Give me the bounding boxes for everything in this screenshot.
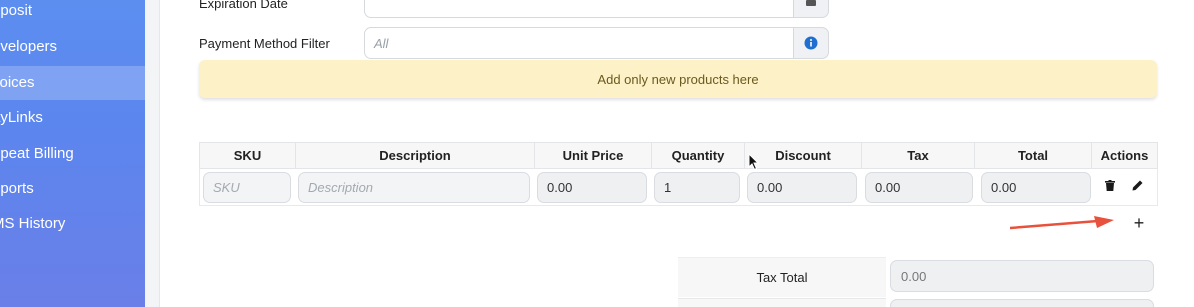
sidebar-item-label: eports <box>0 180 34 197</box>
sidebar-item-label: eposit <box>0 2 33 19</box>
notice-banner: Add only new products here <box>199 60 1157 98</box>
tax-input[interactable]: 0.00 <box>865 172 973 203</box>
quantity-input[interactable]: 1 <box>654 172 740 203</box>
payment-method-filter-label: Payment Method Filter <box>199 36 330 51</box>
table-header: SKU Description Unit Price Quantity Disc… <box>199 142 1158 169</box>
sidebar-item-deposit[interactable]: eposit <box>0 0 145 28</box>
column-header-sku: SKU <box>200 143 296 168</box>
column-header-description: Description <box>296 143 535 168</box>
notice-text: Add only new products here <box>597 71 759 87</box>
pencil-icon <box>1132 180 1142 190</box>
tax-total-field: 0.00 <box>890 260 1154 292</box>
expiration-date-input[interactable] <box>364 0 794 18</box>
column-header-total: Total <box>975 143 1092 168</box>
delete-row-button[interactable] <box>1103 178 1117 192</box>
sidebar-item-reports[interactable]: eports <box>0 172 145 206</box>
sidebar-item-label: voices <box>0 74 35 91</box>
column-header-tax: Tax <box>862 143 975 168</box>
description-input[interactable]: Description <box>298 172 530 203</box>
sidebar-item-paylinks[interactable]: ayLinks <box>0 101 145 135</box>
payment-method-filter-input[interactable]: All <box>364 27 794 59</box>
calendar-icon <box>806 0 816 6</box>
column-header-discount: Discount <box>745 143 862 168</box>
tax-total-label-box: Tax Total <box>678 257 886 297</box>
tax-total-label: Tax Total <box>756 270 808 285</box>
column-header-unit-price: Unit Price <box>535 143 652 168</box>
sidebar-item-repeat-billing[interactable]: epeat Billing <box>0 137 145 171</box>
sidebar-item-label: evelopers <box>0 38 58 55</box>
sidebar-item-developers[interactable]: evelopers <box>0 30 145 64</box>
column-header-actions: Actions <box>1100 148 1149 163</box>
sidebar-item-label: epeat Billing <box>0 145 74 162</box>
next-total-field <box>890 299 1154 307</box>
next-total-label-box <box>678 298 886 307</box>
sidebar: eposit evelopers voices ayLinks epeat Bi… <box>0 0 145 307</box>
sidebar-item-invoices[interactable]: voices <box>0 66 145 100</box>
sidebar-item-sms-history[interactable]: MS History <box>0 207 145 241</box>
unit-price-input[interactable]: 0.00 <box>537 172 647 203</box>
total-input[interactable]: 0.00 <box>981 172 1091 203</box>
info-icon <box>804 36 818 50</box>
edit-row-button[interactable] <box>1130 178 1144 192</box>
sku-input[interactable]: SKU <box>203 172 291 203</box>
discount-input[interactable]: 0.00 <box>747 172 857 203</box>
expiration-date-label: Expiration Date <box>199 0 288 11</box>
mouse-cursor-icon <box>748 153 760 171</box>
annotation-arrow-icon <box>1010 216 1114 230</box>
trash-icon <box>1105 179 1115 191</box>
layout-gap <box>145 0 159 307</box>
sidebar-item-label: MS History <box>0 215 66 232</box>
info-button[interactable] <box>793 27 829 59</box>
sidebar-item-label: ayLinks <box>0 109 43 126</box>
add-row-button[interactable]: + <box>1129 213 1149 233</box>
column-header-quantity: Quantity <box>652 143 745 168</box>
calendar-button[interactable] <box>793 0 829 18</box>
